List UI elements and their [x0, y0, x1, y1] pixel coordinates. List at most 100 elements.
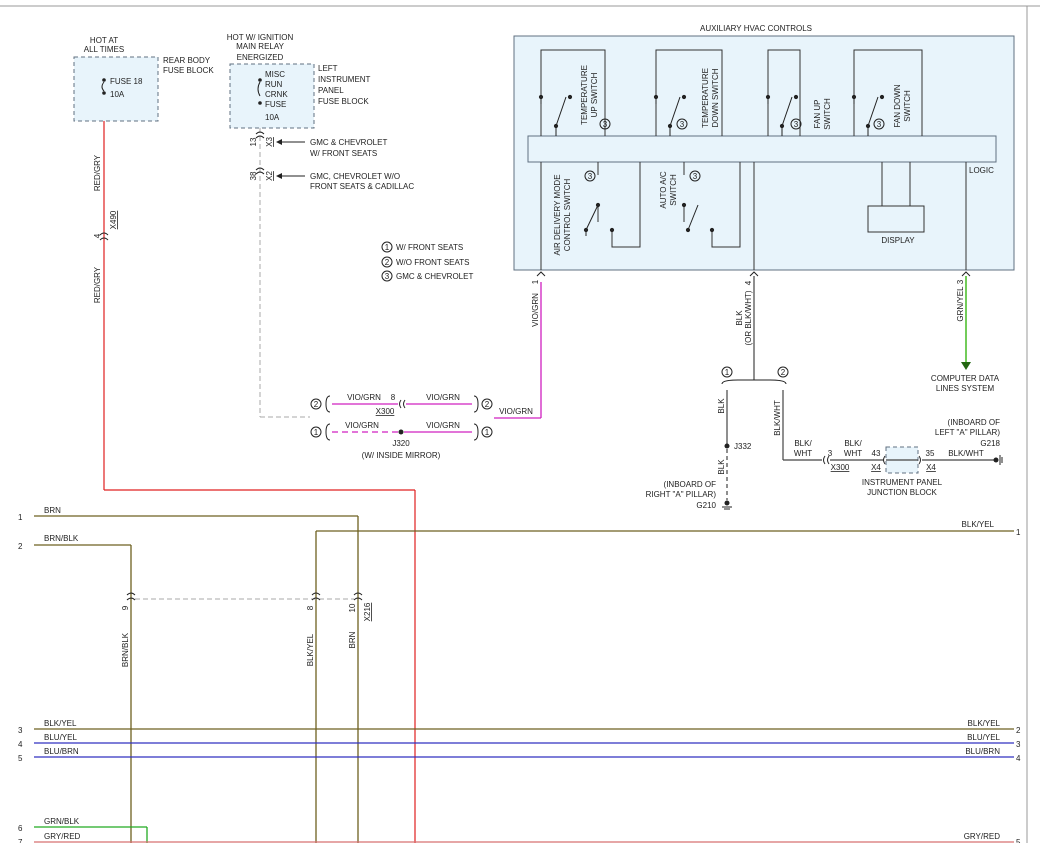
- blk-wht-split-1a: BLK/: [794, 439, 812, 448]
- misc-fuse-line-1: MISC: [265, 70, 285, 79]
- g210-label-2: RIGHT "A" PILLAR): [646, 490, 717, 499]
- temp-up-switch-label-1: TEMPERATURE: [580, 65, 589, 125]
- misc-fuse-terminal-bottom: [258, 101, 262, 105]
- left-ip-fuse-block-label-1: LEFT: [318, 64, 338, 73]
- x300-connector-left: [399, 399, 402, 409]
- left-num-6: 6: [18, 824, 23, 833]
- hvac-pin4-connector: [749, 271, 759, 277]
- brn-blk-label-v: BRN/BLK: [121, 632, 130, 667]
- computer-data-label-1: COMPUTER DATA: [931, 374, 1000, 383]
- x300b-label: X300: [831, 463, 850, 472]
- x300b-connector-left: [823, 455, 826, 465]
- x216-pin-8: 8: [306, 605, 315, 610]
- misc-fuse-line-3: CRNK: [265, 90, 288, 99]
- auto-ac-switch-label-1: AUTO A/C: [659, 171, 668, 208]
- blu-brn-label-right: BLU/BRN: [965, 747, 1000, 756]
- x300-label: X300: [376, 407, 395, 416]
- legend-text-2: W/O FRONT SEATS: [396, 258, 469, 267]
- option-num-1-blk: 1: [725, 368, 730, 377]
- x300-pin: 8: [391, 393, 396, 402]
- blk-wht-label-vertical: BLK/WHT: [773, 400, 782, 436]
- blu-yel-label-left: BLU/YEL: [44, 733, 77, 742]
- x2-note-arrowhead: [276, 173, 282, 179]
- air-delivery-switch-label-1: AIR DELIVERY MODE: [553, 174, 562, 255]
- x2-note-line-2: FRONT SEATS & CADILLAC: [310, 182, 414, 191]
- vio-grn-label-right: VIO/GRN: [426, 393, 460, 402]
- x216-pin-9: 9: [121, 605, 130, 610]
- blk-wht-label-g218: BLK/WHT: [948, 449, 984, 458]
- x4-pin-43: 43: [872, 449, 881, 458]
- x490-pin: 4: [93, 233, 102, 238]
- x4-connector-right: [918, 455, 921, 465]
- rear-body-fuse-block-label-2: FUSE BLOCK: [163, 66, 214, 75]
- vio-grn-label-hvac: VIO/GRN: [499, 407, 533, 416]
- blk-wht-split-2a: BLK/: [844, 439, 862, 448]
- vio-grn-label-j320-right: VIO/GRN: [426, 421, 460, 430]
- left-ip-fuse-block-label-4: FUSE BLOCK: [318, 97, 369, 106]
- brace-left-bottom: [325, 423, 331, 441]
- display-box: [867, 205, 925, 233]
- grn-blk-label: GRN/BLK: [44, 817, 80, 826]
- x490-label: X490: [109, 210, 118, 229]
- right-num-2: 2: [1016, 726, 1021, 735]
- blk-label-2: BLK: [717, 459, 726, 475]
- fan-up-switch-label-1: FAN UP: [813, 100, 822, 129]
- blu-yel-label-right: BLU/YEL: [967, 733, 1000, 742]
- temp-down-switch-label-2: DOWN SWITCH: [711, 68, 720, 127]
- blk-yel-label-top: BLK/YEL: [962, 520, 995, 529]
- brace-left-top: [325, 395, 331, 413]
- red-gry-wire-label-1: RED/GRY: [93, 154, 102, 191]
- fan-up-switch-label-2: SWITCH: [823, 98, 832, 130]
- left-num-7: 7: [18, 838, 23, 843]
- option-num-2-right: 2: [485, 400, 490, 409]
- misc-fuse-line-2: RUN: [265, 80, 283, 89]
- misc-fuse-terminal-top: [258, 78, 262, 82]
- x4-connector-left: [883, 455, 886, 465]
- hot-ignition-label-2: MAIN RELAY: [236, 42, 285, 51]
- right-num-4: 4: [1016, 754, 1021, 763]
- hot-at-all-times-label: HOT AT: [90, 36, 118, 45]
- g218-label-1: (INBOARD OF: [948, 418, 1001, 427]
- computer-data-label-2: LINES SYSTEM: [936, 384, 995, 393]
- hot-ignition-label-3: ENERGIZED: [237, 53, 284, 62]
- blk-split-brace: [721, 379, 787, 385]
- left-ip-fuse-block-label-3: PANEL: [318, 86, 344, 95]
- left-num-4: 4: [18, 740, 23, 749]
- legend-num-3: 3: [385, 272, 390, 281]
- x3-pin: 13: [249, 137, 258, 146]
- note-num-auto-ac: 3: [693, 172, 698, 181]
- hot-ignition-label-1: HOT W/ IGNITION: [227, 33, 294, 42]
- fuse18-name: FUSE 18: [110, 77, 143, 86]
- hvac-pin1-connector: [536, 271, 546, 277]
- option-num-1-right: 1: [485, 428, 490, 437]
- computer-data-arrow: [961, 362, 971, 370]
- right-num-1: 1: [1016, 528, 1021, 537]
- blk-yel-label-right: BLK/YEL: [968, 719, 1001, 728]
- g218-label-3: G218: [980, 439, 1000, 448]
- note-num-fan-down: 3: [877, 120, 882, 129]
- hvac-logic-bus: [527, 135, 997, 163]
- hvac-pin3: 3: [956, 279, 965, 284]
- left-num-3: 3: [18, 726, 23, 735]
- misc-fuse-line-4: FUSE: [265, 100, 286, 109]
- vio-grn-label-vertical: VIO/GRN: [531, 293, 540, 327]
- gry-red-label-right: GRY/RED: [964, 832, 1001, 841]
- display-label: DISPLAY: [881, 236, 915, 245]
- fan-down-switch-label-1: FAN DOWN: [893, 84, 902, 127]
- x3-note-line-1: GMC & CHEVROLET: [310, 138, 387, 147]
- hvac-pin3-connector: [961, 271, 971, 277]
- ip-junction-label-2: JUNCTION BLOCK: [867, 488, 937, 497]
- x3-note-arrowhead: [276, 139, 282, 145]
- x216-label: X216: [363, 602, 372, 621]
- logic-label: LOGIC: [969, 166, 994, 175]
- x4-pin-35: 35: [926, 449, 935, 458]
- note-num-temp-up: 3: [603, 120, 608, 129]
- x3-note-line-2: W/ FRONT SEATS: [310, 149, 377, 158]
- temp-down-switch-label-1: TEMPERATURE: [701, 68, 710, 128]
- temp-up-switch-label-2: UP SWITCH: [590, 72, 599, 117]
- x300-connector-right: [403, 399, 406, 409]
- blk-or-label-1: BLK: [735, 310, 744, 326]
- rear-body-fuse-block-label: REAR BODY: [163, 56, 211, 65]
- option-num-1-left: 1: [314, 428, 319, 437]
- hvac-pin1: 1: [531, 279, 540, 284]
